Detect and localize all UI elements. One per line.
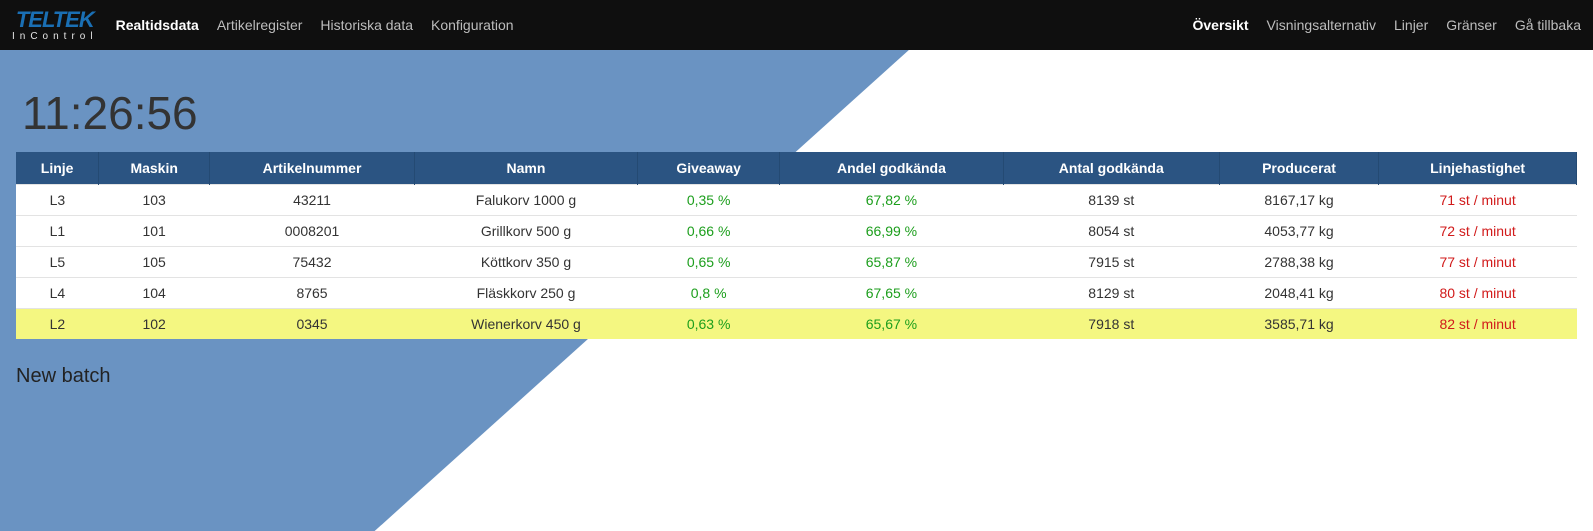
cell-antal: 8139 st (1003, 185, 1219, 216)
cell-art: 0008201 (210, 216, 415, 247)
nav-right-item-1[interactable]: Visningsalternativ (1267, 17, 1376, 33)
cell-namn: Falukorv 1000 g (414, 185, 637, 216)
cell-art: 75432 (210, 247, 415, 278)
cell-hast: 77 st / minut (1379, 247, 1577, 278)
col-6[interactable]: Antal godkända (1003, 152, 1219, 185)
nav-right-item-0[interactable]: Översikt (1192, 17, 1248, 33)
cell-antal: 8054 st (1003, 216, 1219, 247)
cell-maskin: 101 (99, 216, 210, 247)
cell-art: 0345 (210, 309, 415, 340)
cell-namn: Köttkorv 350 g (414, 247, 637, 278)
brand-logo[interactable]: TELTEK InControl (12, 9, 98, 42)
table-row[interactable]: L21020345Wienerkorv 450 g0,63 %65,67 %79… (16, 309, 1577, 340)
nav-right: Översikt Visningsalternativ Linjer Gränser G… (1192, 17, 1581, 33)
cell-linje: L1 (16, 216, 99, 247)
overview-table: LinjeMaskinArtikelnummerNamnGiveawayAnde… (16, 152, 1577, 339)
cell-prod: 2048,41 kg (1219, 278, 1378, 309)
nav-right-item-4[interactable]: Gå tillbaka (1515, 17, 1581, 33)
cell-antal: 7915 st (1003, 247, 1219, 278)
nav-left-item-0[interactable]: Realtidsdata (116, 17, 199, 33)
cell-andel: 67,82 % (780, 185, 1003, 216)
cell-antal: 8129 st (1003, 278, 1219, 309)
cell-maskin: 104 (99, 278, 210, 309)
cell-hast: 71 st / minut (1379, 185, 1577, 216)
col-5[interactable]: Andel godkända (780, 152, 1003, 185)
nav-left-item-1[interactable]: Artikelregister (217, 17, 303, 33)
brand-sub: InControl (12, 32, 98, 42)
brand-top: TELTEK (16, 9, 94, 31)
cell-art: 43211 (210, 185, 415, 216)
new-batch-button[interactable]: New batch (16, 365, 1577, 388)
table-body: L310343211Falukorv 1000 g0,35 %67,82 %81… (16, 185, 1577, 340)
nav-left-item-3[interactable]: Konfiguration (431, 17, 514, 33)
cell-prod: 3585,71 kg (1219, 309, 1378, 340)
nav-right-item-3[interactable]: Gränser (1446, 17, 1497, 33)
navbar: TELTEK InControl Realtidsdata Artikelregi… (0, 0, 1593, 50)
cell-linje: L2 (16, 309, 99, 340)
cell-maskin: 102 (99, 309, 210, 340)
cell-andel: 67,65 % (780, 278, 1003, 309)
cell-giveaway: 0,8 % (638, 278, 780, 309)
nav-left-item-2[interactable]: Historiska data (320, 17, 413, 33)
cell-giveaway: 0,66 % (638, 216, 780, 247)
col-3[interactable]: Namn (414, 152, 637, 185)
cell-namn: Grillkorv 500 g (414, 216, 637, 247)
col-8[interactable]: Linjehastighet (1379, 152, 1577, 185)
cell-namn: Fläskkorv 250 g (414, 278, 637, 309)
cell-namn: Wienerkorv 450 g (414, 309, 637, 340)
cell-hast: 82 st / minut (1379, 309, 1577, 340)
content: 11:26:56 LinjeMaskinArtikelnummerNamnGiv… (0, 50, 1593, 388)
nav-left: Realtidsdata Artikelregister Historiska da… (116, 17, 514, 33)
col-7[interactable]: Producerat (1219, 152, 1378, 185)
nav-right-item-2[interactable]: Linjer (1394, 17, 1428, 33)
cell-giveaway: 0,65 % (638, 247, 780, 278)
cell-prod: 2788,38 kg (1219, 247, 1378, 278)
cell-hast: 80 st / minut (1379, 278, 1577, 309)
cell-linje: L5 (16, 247, 99, 278)
cell-andel: 66,99 % (780, 216, 1003, 247)
cell-antal: 7918 st (1003, 309, 1219, 340)
cell-andel: 65,67 % (780, 309, 1003, 340)
table-row[interactable]: L11010008201Grillkorv 500 g0,66 %66,99 %… (16, 216, 1577, 247)
cell-maskin: 105 (99, 247, 210, 278)
cell-andel: 65,87 % (780, 247, 1003, 278)
table-row[interactable]: L310343211Falukorv 1000 g0,35 %67,82 %81… (16, 185, 1577, 216)
cell-prod: 4053,77 kg (1219, 216, 1378, 247)
cell-art: 8765 (210, 278, 415, 309)
col-1[interactable]: Maskin (99, 152, 210, 185)
col-4[interactable]: Giveaway (638, 152, 780, 185)
cell-giveaway: 0,35 % (638, 185, 780, 216)
clock: 11:26:56 (22, 86, 1577, 140)
cell-linje: L3 (16, 185, 99, 216)
table-row[interactable]: L41048765Fläskkorv 250 g0,8 %67,65 %8129… (16, 278, 1577, 309)
table-header-row: LinjeMaskinArtikelnummerNamnGiveawayAnde… (16, 152, 1577, 185)
cell-hast: 72 st / minut (1379, 216, 1577, 247)
cell-giveaway: 0,63 % (638, 309, 780, 340)
col-2[interactable]: Artikelnummer (210, 152, 415, 185)
cell-maskin: 103 (99, 185, 210, 216)
table-row[interactable]: L510575432Köttkorv 350 g0,65 %65,87 %791… (16, 247, 1577, 278)
cell-linje: L4 (16, 278, 99, 309)
cell-prod: 8167,17 kg (1219, 185, 1378, 216)
col-0[interactable]: Linje (16, 152, 99, 185)
